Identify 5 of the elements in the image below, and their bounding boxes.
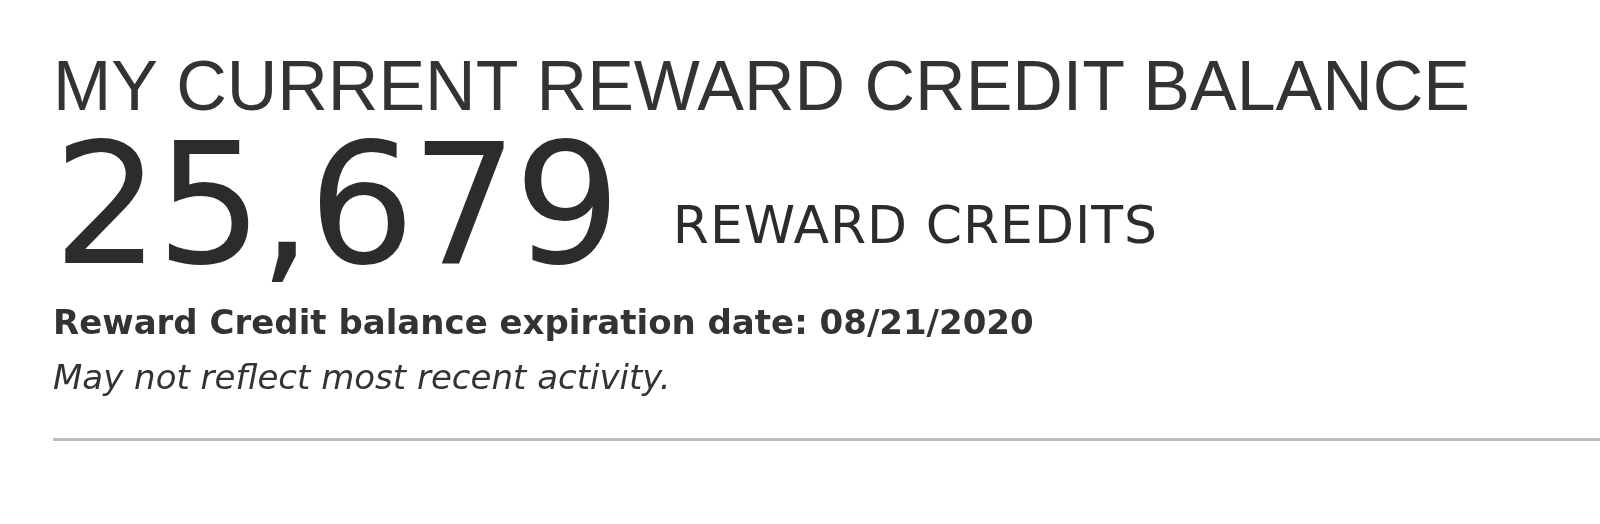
credit-balance: 25,679 [53, 130, 617, 280]
activity-note: May not reflect most recent activity. [53, 356, 672, 399]
expiration-date: Reward Credit balance expiration date: 08/21/2020 [53, 301, 1035, 344]
balance-heading: MY CURRENT REWARD CREDIT BALANCE [53, 48, 1472, 124]
credit-unit: REWARD CREDITS [672, 195, 1159, 255]
